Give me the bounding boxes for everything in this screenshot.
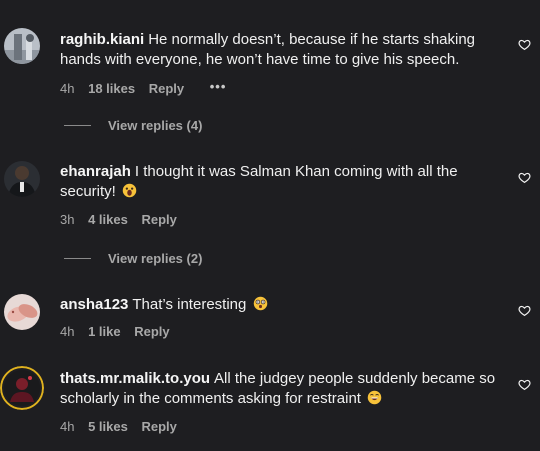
avatar-image [4,161,40,197]
heart-icon[interactable] [518,304,531,317]
comment-meta: 4h 5 likes Reply [60,418,187,436]
view-replies-button[interactable]: View replies (2) [64,250,202,268]
comment-meta: 4h 1 like Reply [60,323,180,341]
comment-text-block: thats.mr.malik.to.you All the judgey peop… [60,369,500,409]
avatar-image [4,294,40,330]
likes-count[interactable]: 18 likes [88,81,135,96]
view-replies-label: View replies (4) [108,118,203,133]
comment-text: That’s interesting [132,296,247,313]
replies-divider [64,125,91,126]
view-replies-label: View replies (2) [108,251,203,266]
more-options-icon[interactable]: ••• [210,78,227,96]
likes-count[interactable]: 5 likes [88,419,128,434]
heart-icon[interactable] [518,38,531,51]
reply-button[interactable]: Reply [141,212,176,227]
reply-button[interactable]: Reply [141,419,176,434]
replies-divider [64,258,91,259]
heart-icon[interactable] [518,378,531,391]
avatar-image [0,366,44,410]
dizzy-face-emoji [253,296,267,311]
comment-meta: 3h 4 likes Reply [60,211,187,229]
username-link[interactable]: ehanrajah [60,163,131,180]
timestamp: 4h [60,81,75,96]
username-link[interactable]: thats.mr.malik.to.you [60,370,210,387]
face-screaming-emoji [122,183,137,198]
timestamp: 4h [60,324,75,339]
username-link[interactable]: ansha123 [60,296,128,313]
comment-text-block: ehanrajah I thought it was Salman Khan co… [60,162,500,202]
avatar[interactable] [0,366,44,410]
reply-button[interactable]: Reply [149,81,184,96]
reply-button[interactable]: Reply [134,324,169,339]
timestamp: 4h [60,419,75,434]
avatar[interactable] [4,28,40,64]
avatar[interactable] [4,161,40,197]
avatar[interactable] [4,294,40,330]
username-link[interactable]: raghib.kiani [60,31,144,48]
likes-count[interactable]: 1 like [88,324,121,339]
avatar-image [4,28,40,64]
comment-text-block: raghib.kiani He normally doesn’t, because… [60,30,500,70]
comment-meta: 4h 18 likes Reply ••• [60,78,236,96]
comment-text-block: ansha123 That’s interesting [60,295,500,315]
grinning-face-emoji [367,390,382,405]
view-replies-button[interactable]: View replies (4) [64,117,202,135]
likes-count[interactable]: 4 likes [88,212,128,227]
heart-icon[interactable] [518,171,531,184]
timestamp: 3h [60,212,75,227]
